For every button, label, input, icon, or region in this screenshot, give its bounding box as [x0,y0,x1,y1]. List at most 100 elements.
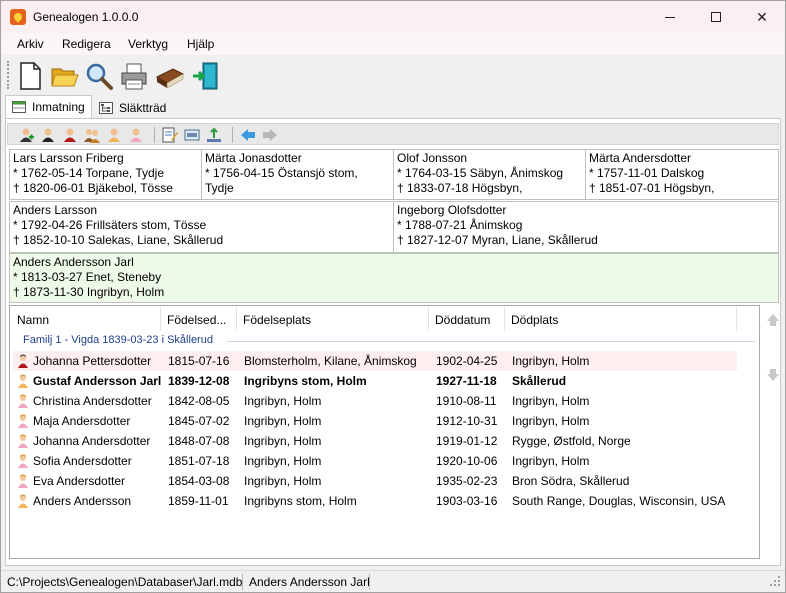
column-header-deathdate[interactable]: Döddatum [429,307,505,331]
row-cell-died: 1902-04-25 [436,354,498,368]
resize-grip-icon[interactable] [769,575,781,587]
row-cell-born: 1848-07-08 [168,434,230,448]
row-cell-born: 1851-07-18 [168,454,230,468]
female-person-icon [18,394,28,408]
column-header-birthdate[interactable]: Födelsed... [161,307,237,331]
row-cell-born: 1854-03-08 [168,474,230,488]
scroll-down-icon[interactable] [766,368,780,382]
print-icon[interactable] [119,61,149,91]
person-name: Märta Andersdotter [589,151,692,165]
table-row[interactable]: Maja Andersdotter 1845-07-02 Ingribyn, Hol… [13,411,737,431]
person-name: Anders Larsson [13,203,98,217]
male-person-icon [18,494,28,508]
row-cell-deathplace: South Range, Douglas, Wisconsin, USA [512,494,726,508]
back-arrow-icon[interactable] [240,127,256,143]
row-cell-birthplace: Ingribyn, Holm [244,474,322,488]
row-cell-died: 1920-10-06 [436,454,498,468]
app-logo-icon [10,9,26,25]
table-row[interactable]: Johanna Pettersdotter 1815-07-16 Blomsterh… [13,351,737,371]
menu-hjalp[interactable]: Hjälp [187,37,214,51]
column-header-birthplace[interactable]: Födelseplats [237,307,429,331]
menu-bar: Arkiv Redigera Verktyg Hjälp [1,33,785,55]
search-icon[interactable] [84,61,114,91]
minimize-button[interactable] [647,1,693,33]
row-cell-name: Johanna Pettersdotter [33,354,152,368]
column-header-deathplace[interactable]: Dödplats [505,307,737,331]
person-name: Olof Jonsson [397,151,468,165]
row-cell-birthplace: Ingribyn, Holm [244,454,322,468]
toolbar-separator [154,127,155,143]
add-mother-icon[interactable] [62,127,78,143]
death-info: † 1827-12-07 Myran, Liane, Skållerud [397,233,598,247]
father-box[interactable]: Anders Larsson * 1792-04-26 Frillsäters … [9,201,395,253]
tab-inmatning[interactable]: Inmatning [5,95,92,119]
female-dark-person-icon [18,354,28,368]
row-cell-birthplace: Ingribyn, Holm [244,414,322,428]
close-icon: ✕ [756,8,768,25]
table-row[interactable]: Sofia Andersdotter 1851-07-18 Ingribyn, Ho… [13,451,737,471]
status-separator [242,574,243,590]
row-cell-born: 1859-11-01 [168,494,229,508]
tab-slakttrad-label: Släktträd [119,101,167,115]
add-person-icon[interactable] [18,127,34,143]
grandfather-maternal-box[interactable]: Olof Jonsson * 1764-03-15 Säbyn, Ånimsko… [393,149,587,200]
grandfather-paternal-box[interactable]: Lars Larsson Friberg * 1762-05-14 Torpan… [9,149,203,200]
grandmother-maternal-box[interactable]: Märta Andersdotter * 1757-11-01 Dalskog … [585,149,779,200]
maximize-icon [711,12,721,22]
grandmother-paternal-box[interactable]: Märta Jonasdotter * 1756-04-15 Östansjö … [201,149,395,200]
status-bar: C:\Projects\Genealogen\Databaser\Jarl.md… [1,570,785,592]
row-cell-birthplace: Ingribyn, Holm [244,434,322,448]
row-cell-deathplace: Ingribyn, Holm [512,394,590,408]
row-cell-name: Eva Andersdotter [33,474,126,488]
toolbar-grip[interactable] [7,61,10,89]
add-son-icon[interactable] [106,127,122,143]
window-title: Genealogen 1.0.0.0 [33,10,139,24]
exit-door-icon[interactable] [191,61,221,91]
forward-arrow-icon[interactable] [262,127,278,143]
export-icon[interactable] [206,127,222,143]
row-cell-deathplace: Ingribyn, Holm [512,414,590,428]
table-row[interactable]: Christina Andersdotter 1842-08-05 Ingribyn… [13,391,737,411]
male-person-icon [18,374,28,388]
add-spouse-icon[interactable] [84,127,100,143]
female-person-icon [18,454,28,468]
table-row[interactable]: Anders Andersson 1859-11-01 Ingribyns stom… [13,491,737,511]
edit-notes-icon[interactable] [162,127,178,143]
maximize-button[interactable] [693,1,739,33]
add-father-icon[interactable] [40,127,56,143]
tree-icon [99,102,113,114]
row-cell-deathplace: Rygge, Østfold, Norge [512,434,631,448]
menu-verktyg[interactable]: Verktyg [128,37,168,51]
tab-strip: Inmatning Släktträd [1,95,785,119]
mother-box[interactable]: Ingeborg Olofsdotter * 1788-07-21 Ånimsk… [393,201,779,253]
title-bar[interactable]: Genealogen 1.0.0.0 ✕ [1,1,785,33]
new-file-icon[interactable] [15,61,45,91]
current-person-box[interactable]: Anders Andersson Jarl * 1813-03-27 Enet,… [9,253,779,303]
toolbar-separator [232,127,233,143]
book-icon[interactable] [155,61,185,91]
family-group-label[interactable]: Familj 1 - Vigda 1839-03-23 i Skållerud [23,334,213,346]
minimize-icon [665,16,675,18]
column-header-name[interactable]: Namn [11,307,161,331]
app-window: Genealogen 1.0.0.0 ✕ Arkiv Redigera Verk… [0,0,786,593]
row-cell-name: Maja Andersdotter [33,414,131,428]
scroll-up-icon[interactable] [766,313,780,327]
image-icon[interactable] [184,127,200,143]
birth-info: * 1792-04-26 Frillsäters stom, Tösse [13,218,207,232]
add-daughter-icon[interactable] [128,127,144,143]
close-button[interactable]: ✕ [739,1,785,33]
tab-slakttrad[interactable]: Släktträd [93,97,172,119]
birth-info: * 1762-05-14 Torpane, Tydje [13,166,165,180]
table-row[interactable]: Gustaf Andersson Jarl 1839-12-08 Ingribyns… [13,371,737,391]
row-cell-born: 1815-07-16 [168,354,230,368]
row-cell-deathplace: Ingribyn, Holm [512,454,590,468]
form-grid-icon [12,101,26,113]
open-folder-icon[interactable] [50,61,80,91]
table-row[interactable]: Eva Andersdotter 1854-03-08 Ingribyn, Holm… [13,471,737,491]
death-info: † 1851-07-01 Högsbyn, [589,181,715,195]
row-cell-died: 1935-02-23 [436,474,498,488]
menu-arkiv[interactable]: Arkiv [17,37,44,51]
female-person-icon [18,474,28,488]
table-row[interactable]: Johanna Andersdotter 1848-07-08 Ingribyn, … [13,431,737,451]
menu-redigera[interactable]: Redigera [62,37,111,51]
